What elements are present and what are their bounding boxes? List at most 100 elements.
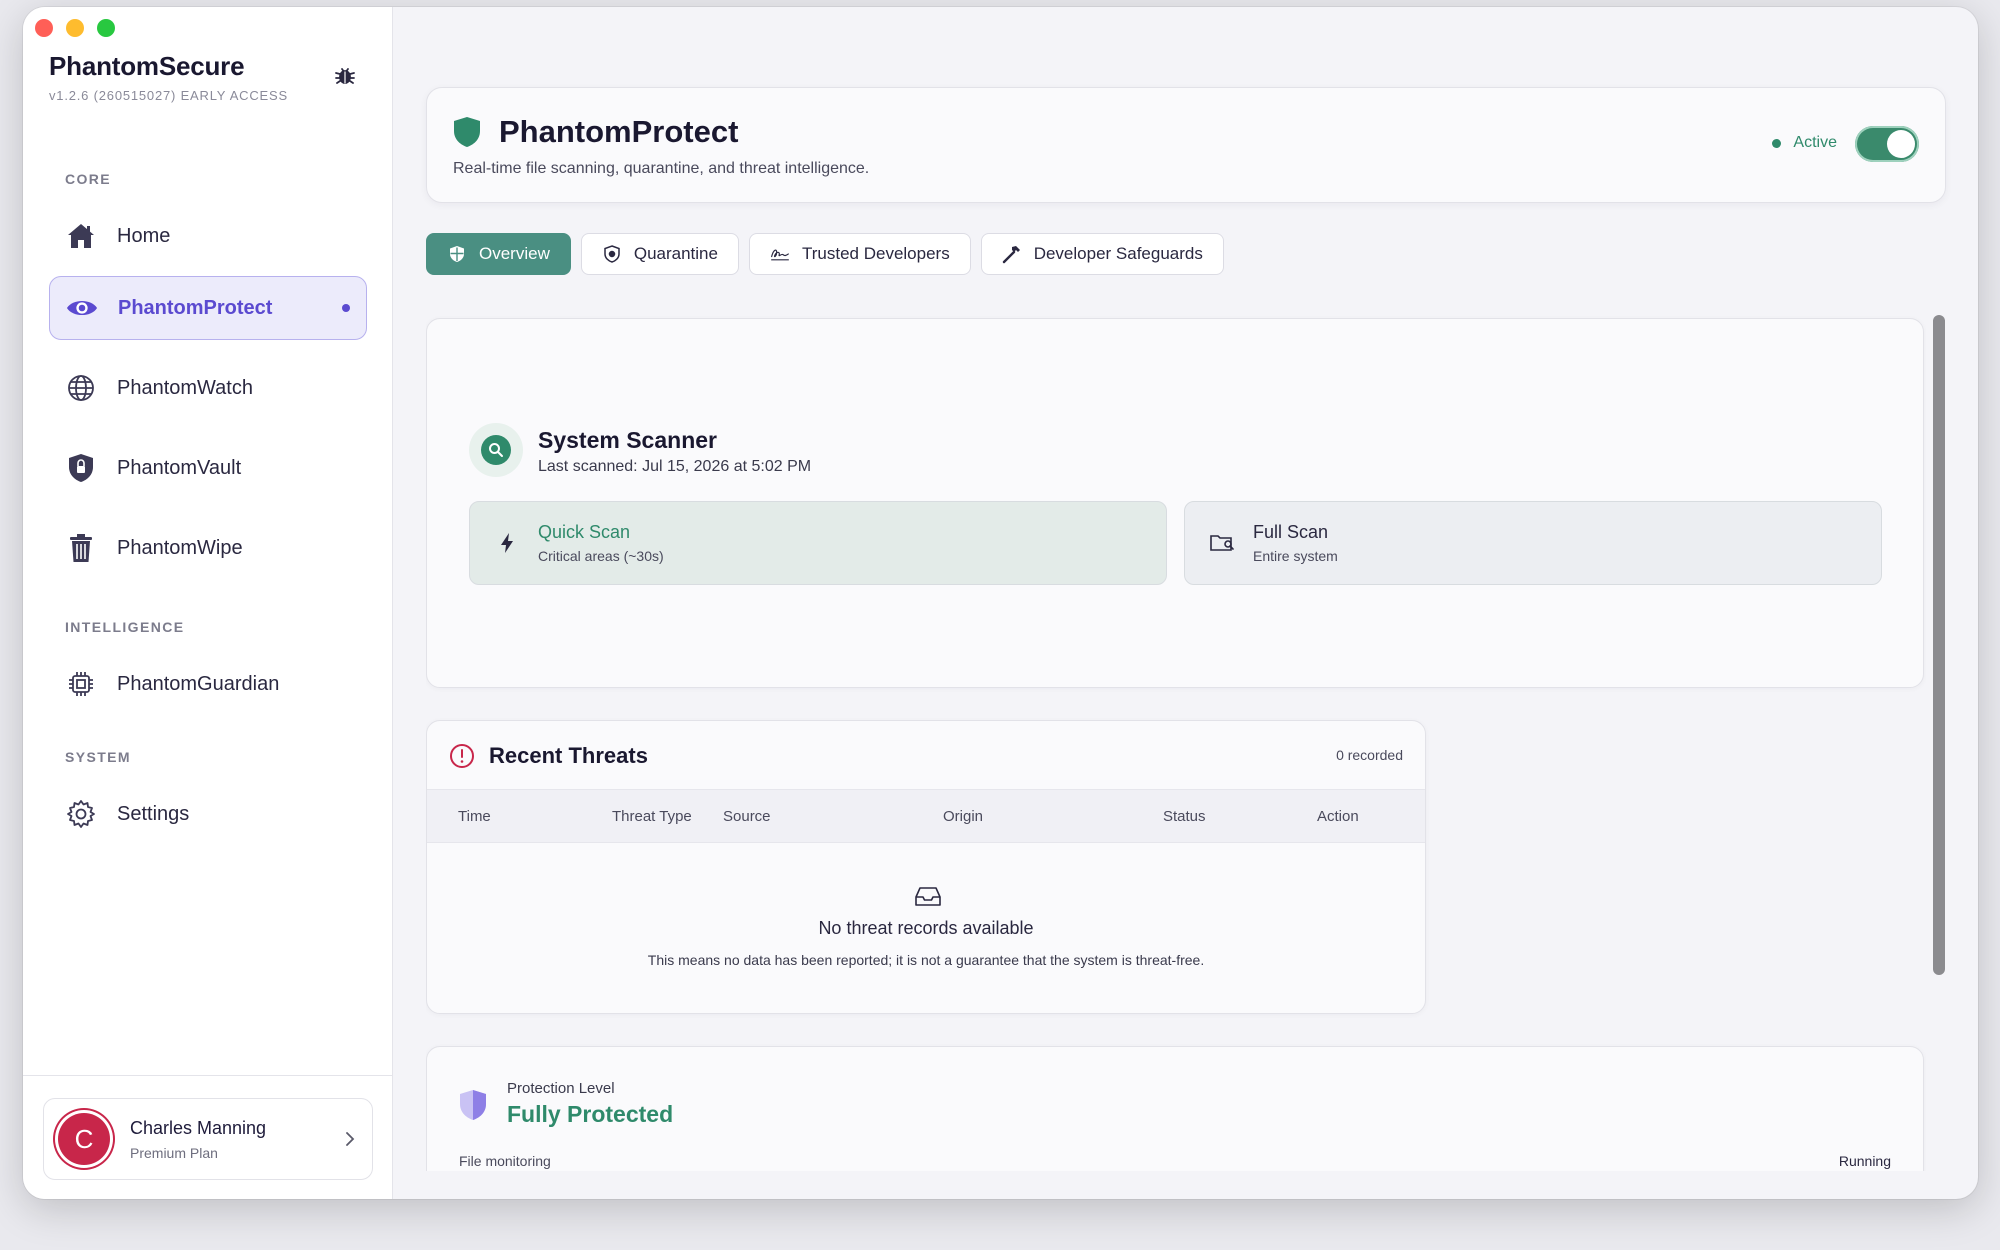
threats-table-header: Time Threat Type Source Origin Status Ac…: [427, 789, 1425, 843]
status-dot: [1772, 138, 1782, 148]
avatar: C: [58, 1113, 110, 1165]
column-header-source[interactable]: Source: [723, 808, 771, 825]
sidebar: PhantomSecure v1.2.6 (260515027) EARLY A…: [23, 7, 393, 1199]
close-window-button[interactable]: [35, 19, 53, 37]
signature-icon: [770, 244, 790, 264]
file-monitoring-label: File monitoring: [459, 1153, 551, 1169]
quick-scan-button[interactable]: Quick Scan Critical areas (~30s): [469, 501, 1167, 585]
status-badge: Active: [1772, 134, 1837, 152]
user-card[interactable]: C Charles Manning Premium Plan: [43, 1098, 373, 1180]
user-info: Charles Manning Premium Plan: [130, 1118, 266, 1161]
full-scan-title: Full Scan: [1253, 522, 1329, 542]
sidebar-item-phantomwipe[interactable]: PhantomWipe: [49, 516, 367, 580]
section-label-system: SYSTEM: [65, 749, 131, 765]
minimize-window-button[interactable]: [66, 19, 84, 37]
full-scan-sub: Entire system: [1253, 548, 1338, 564]
protection-level-label: Protection Level: [507, 1080, 615, 1097]
tab-quarantine[interactable]: Quarantine: [580, 233, 739, 275]
column-header-status[interactable]: Status: [1163, 808, 1206, 825]
active-indicator: [342, 304, 350, 312]
threats-title: Recent Threats: [489, 743, 648, 768]
full-scan-text: Full Scan Entire system: [1253, 522, 1338, 564]
user-area: C Charles Manning Premium Plan: [23, 1075, 392, 1199]
recent-threats-card: Recent Threats 0 recorded Time Threat Ty…: [426, 720, 1426, 1014]
column-header-time[interactable]: Time: [458, 808, 491, 825]
header-card: PhantomProtect Real-time file scanning, …: [426, 87, 1946, 203]
protection-toggle[interactable]: [1855, 126, 1919, 162]
user-plan: Premium Plan: [130, 1144, 218, 1161]
status-text: Active: [1793, 134, 1837, 151]
system-scanner-card: System Scanner Last scanned: Jul 15, 202…: [426, 318, 1924, 688]
tab-label: Quarantine: [633, 244, 718, 263]
zoom-window-button[interactable]: [97, 19, 115, 37]
sidebar-item-label: Home: [117, 224, 171, 247]
scanner-icon-wrap: [469, 423, 523, 477]
tab-label: Trusted Developers: [801, 244, 950, 263]
search-icon: [481, 435, 511, 465]
folder-search-icon: [1209, 530, 1235, 556]
shield-icon: [454, 117, 480, 147]
last-scanned: Last scanned: Jul 15, 2026 at 5:02 PM: [538, 458, 812, 475]
protection-level-card: Protection Level Fully Protected File mo…: [426, 1046, 1924, 1171]
sidebar-item-phantomvault[interactable]: PhantomVault: [49, 436, 367, 500]
brand: PhantomSecure v1.2.6 (260515027) EARLY A…: [49, 51, 288, 103]
tab-label: Overview: [479, 244, 550, 263]
user-name: Charles Manning: [130, 1117, 267, 1138]
overview-scroll-area[interactable]: System Scanner Last scanned: Jul 15, 202…: [426, 311, 1926, 1171]
hammer-icon: [1002, 244, 1022, 264]
shield-half-icon: [460, 1090, 486, 1120]
sidebar-item-settings[interactable]: Settings: [49, 782, 367, 846]
alert-circle-icon: [450, 744, 474, 768]
sidebar-item-phantomwatch[interactable]: PhantomWatch: [49, 356, 367, 420]
gear-icon: [65, 798, 97, 830]
tab-developer-safeguards[interactable]: Developer Safeguards: [980, 233, 1224, 275]
tab-label: Developer Safeguards: [1033, 244, 1203, 263]
empty-state-subtitle: This means no data has been reported; it…: [647, 952, 1205, 968]
trash-icon: [65, 532, 97, 564]
lightning-icon: [494, 530, 520, 556]
threats-header: Recent Threats: [449, 743, 648, 769]
sidebar-item-label: Settings: [117, 802, 190, 825]
quick-scan-sub: Critical areas (~30s): [538, 548, 664, 564]
protection-level-value: Fully Protected: [507, 1101, 674, 1127]
chip-icon: [65, 668, 97, 700]
eye-icon: [66, 292, 98, 324]
threats-count: 0 recorded: [1336, 747, 1403, 763]
scanner-title: System Scanner: [538, 427, 717, 453]
tab-bar: Overview Quarantine Trusted Developers D…: [426, 233, 1224, 275]
quick-scan-text: Quick Scan Critical areas (~30s): [538, 522, 664, 564]
app-name: PhantomSecure: [49, 51, 245, 81]
shield-lock-icon: [65, 452, 97, 484]
section-label-intelligence: INTELLIGENCE: [65, 619, 185, 635]
main-content: PhantomProtect Real-time file scanning, …: [393, 7, 1978, 1199]
tab-overview[interactable]: Overview: [426, 233, 571, 275]
sidebar-item-phantomguardian[interactable]: PhantomGuardian: [49, 652, 367, 716]
sidebar-item-label: PhantomProtect: [118, 296, 273, 319]
scrollbar[interactable]: [1933, 315, 1945, 975]
sidebar-item-label: PhantomWatch: [117, 376, 253, 399]
inbox-icon: [915, 887, 941, 906]
quick-scan-title: Quick Scan: [538, 522, 631, 542]
column-header-threat-type[interactable]: Threat Type: [612, 808, 692, 825]
toggle-knob: [1887, 130, 1915, 158]
column-header-action[interactable]: Action: [1317, 808, 1359, 825]
page-title: PhantomProtect: [499, 114, 739, 149]
app-version: v1.2.6 (260515027) EARLY ACCESS: [49, 88, 288, 103]
app-window: PhantomSecure v1.2.6 (260515027) EARLY A…: [23, 7, 1978, 1199]
page-subtitle: Real-time file scanning, quarantine, and…: [453, 160, 870, 177]
sidebar-item-label: PhantomVault: [117, 456, 242, 479]
sidebar-item-label: PhantomGuardian: [117, 672, 280, 695]
full-scan-button[interactable]: Full Scan Entire system: [1184, 501, 1882, 585]
chevron-right-icon: [346, 1132, 355, 1146]
sidebar-item-phantomprotect[interactable]: PhantomProtect: [49, 276, 367, 340]
tab-trusted-developers[interactable]: Trusted Developers: [748, 233, 971, 275]
globe-icon: [65, 372, 97, 404]
empty-state-title: No threat records available: [818, 918, 1034, 938]
bug-report-icon[interactable]: [333, 63, 357, 87]
sidebar-item-home[interactable]: Home: [49, 204, 367, 268]
sidebar-item-label: PhantomWipe: [117, 536, 243, 559]
section-label-core: CORE: [65, 171, 112, 187]
home-icon: [65, 220, 97, 252]
window-controls: [35, 19, 115, 37]
column-header-origin[interactable]: Origin: [943, 808, 983, 825]
